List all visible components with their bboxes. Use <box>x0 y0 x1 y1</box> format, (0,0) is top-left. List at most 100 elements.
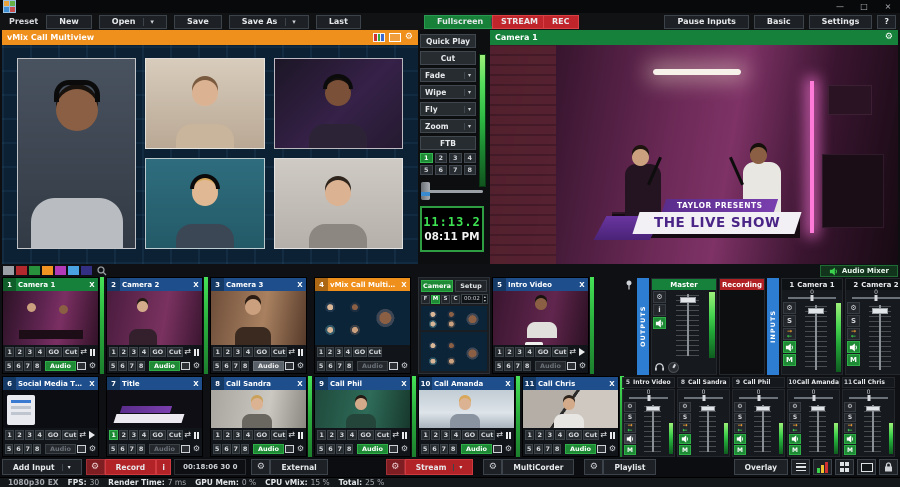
overlay-7-button[interactable]: 7 <box>232 361 240 371</box>
fullscreen-output-icon[interactable] <box>597 445 606 453</box>
overlay-5-button[interactable]: 5 <box>213 361 221 371</box>
pan-slider[interactable]: 0 <box>843 390 894 401</box>
overlay-2-button[interactable]: 2 <box>431 430 440 440</box>
stinger-number-button[interactable]: 4 <box>464 153 477 163</box>
mixer-channel-header[interactable]: 5Intro Video <box>622 377 675 388</box>
input-header[interactable]: 3 Camera 3 X <box>211 278 306 291</box>
chevron-down-icon[interactable]: ▾ <box>464 89 471 96</box>
mute-button[interactable]: M <box>783 354 796 366</box>
loop-icon[interactable]: ⇄ <box>80 348 87 356</box>
close-input-button[interactable]: X <box>190 380 202 388</box>
master-header[interactable]: Master <box>652 279 716 290</box>
cut-button[interactable]: Cut <box>63 347 79 357</box>
record-button[interactable]: Record <box>105 459 157 475</box>
input-header[interactable]: 5 Intro Video X <box>493 278 588 291</box>
go-button[interactable]: GO <box>462 430 478 440</box>
call-mode-button[interactable]: C <box>451 295 460 304</box>
call-preview-thumbnail[interactable] <box>421 332 487 371</box>
overlay-2-button[interactable]: 2 <box>119 430 128 440</box>
bus-send-icon[interactable]: →← <box>734 423 746 433</box>
loop-icon[interactable]: ⇄ <box>184 348 191 356</box>
input-header[interactable]: 11 Call Chris X <box>523 377 618 390</box>
recording-header[interactable]: Recording <box>720 279 764 290</box>
call-duration-spinner[interactable]: 00:02 ▴▾ <box>461 294 488 304</box>
pin-icon[interactable] <box>622 278 635 375</box>
mute-button[interactable]: M <box>734 445 746 455</box>
loop-icon[interactable]: ⇄ <box>288 431 295 439</box>
volume-fader[interactable] <box>857 401 888 456</box>
gear-icon[interactable]: ⚙ <box>405 33 413 42</box>
pause-inputs-button[interactable]: Pause Inputs <box>664 15 748 29</box>
volume-fader[interactable] <box>861 301 899 374</box>
overlay-1-button[interactable]: 1 <box>5 347 14 357</box>
overlay-2-button[interactable]: 2 <box>15 347 24 357</box>
stream-settings-gear-icon[interactable]: ⚙ <box>386 459 405 475</box>
go-button[interactable]: GO <box>150 347 166 357</box>
volume-fader[interactable] <box>747 401 778 456</box>
transition-t-bar[interactable] <box>421 182 485 200</box>
solo-button[interactable]: S <box>847 315 860 327</box>
call-mode-button[interactable]: S <box>441 295 450 304</box>
gear-icon[interactable]: ⚙ <box>844 402 856 412</box>
overlay-4-button[interactable]: 4 <box>243 430 252 440</box>
pause-icon[interactable] <box>402 432 407 439</box>
fullscreen-output-icon[interactable] <box>285 362 294 370</box>
overlay-3-button[interactable]: 3 <box>337 430 346 440</box>
overlay-3-button[interactable]: 3 <box>25 347 34 357</box>
overlay-5-button[interactable]: 5 <box>213 444 221 454</box>
input-thumbnail[interactable] <box>315 390 410 428</box>
overlay-6-button[interactable]: 6 <box>14 444 22 454</box>
bus-send-icon[interactable]: →← <box>847 328 860 340</box>
overlay-4-button[interactable]: 4 <box>451 430 460 440</box>
mixer-channel-header[interactable]: 10Call Amanda <box>787 377 840 388</box>
input-thumbnail[interactable] <box>107 291 202 345</box>
input-header[interactable]: 9 Call Phil X <box>315 377 410 390</box>
loop-icon[interactable]: ⇄ <box>184 431 191 439</box>
input-header[interactable]: 7 Title X <box>107 377 202 390</box>
stinger-number-button[interactable]: 1 <box>420 153 433 163</box>
fullscreen-output-icon[interactable] <box>389 445 398 453</box>
transition-effect-button[interactable]: Wipe▾ <box>420 85 476 99</box>
solo-button[interactable]: S <box>624 413 636 423</box>
overlay-6-button[interactable]: 6 <box>430 444 438 454</box>
gear-icon[interactable]: ⚙ <box>847 302 860 314</box>
gear-icon[interactable]: ⚙ <box>609 445 616 453</box>
audio-toggle-button[interactable]: Audio <box>45 361 75 371</box>
multicorder-button[interactable]: MultiCorder <box>502 459 574 475</box>
overlay-4-button[interactable]: 4 <box>555 430 564 440</box>
overlay-1-button[interactable]: 1 <box>525 430 534 440</box>
headphone-volume-knob[interactable] <box>668 362 679 373</box>
overlay-8-button[interactable]: 8 <box>241 444 249 454</box>
gear-icon[interactable]: ⚙ <box>193 445 200 453</box>
help-button[interactable]: ? <box>877 15 896 29</box>
input-header[interactable]: 1 Camera 1 X <box>3 278 98 291</box>
display-icon[interactable] <box>389 33 401 42</box>
speaker-icon[interactable] <box>679 434 691 444</box>
input-header[interactable]: 10 Call Amanda X <box>419 377 514 390</box>
input-header[interactable]: 6 Social Media Title X <box>3 377 98 390</box>
overlay-3-button[interactable]: 3 <box>25 430 34 440</box>
overlay-1-button[interactable]: 1 <box>109 347 118 357</box>
go-button[interactable]: GO <box>566 430 582 440</box>
input-header[interactable]: 4 vMix Call Multiview X <box>315 278 410 291</box>
go-button[interactable]: GO <box>45 430 61 440</box>
volume-fader[interactable] <box>692 401 723 456</box>
mute-button[interactable]: M <box>624 445 636 455</box>
go-button[interactable]: GO <box>254 347 270 357</box>
overlay-8-button[interactable]: 8 <box>345 361 353 371</box>
preview-header[interactable]: vMix Call Multiview ⚙ <box>2 30 418 45</box>
gear-icon[interactable]: ⚙ <box>193 362 200 370</box>
solo-button[interactable]: S <box>789 413 801 423</box>
record-settings-gear-icon[interactable]: ⚙ <box>86 459 105 475</box>
loop-icon[interactable]: ⇄ <box>569 348 576 356</box>
overlay-8-button[interactable]: 8 <box>241 361 249 371</box>
category-color-swatch[interactable] <box>16 266 27 275</box>
call-setup-button[interactable]: Setup <box>455 280 487 292</box>
overlay-3-button[interactable]: 3 <box>129 430 138 440</box>
pause-icon[interactable] <box>298 432 303 439</box>
chevron-down-icon[interactable]: ▾ <box>143 18 154 26</box>
overlay-5-button[interactable]: 5 <box>525 444 533 454</box>
gear-icon[interactable]: ⚙ <box>505 445 512 453</box>
pan-slider[interactable]: 0 <box>782 290 842 301</box>
call-preview-thumbnail[interactable] <box>421 306 487 330</box>
